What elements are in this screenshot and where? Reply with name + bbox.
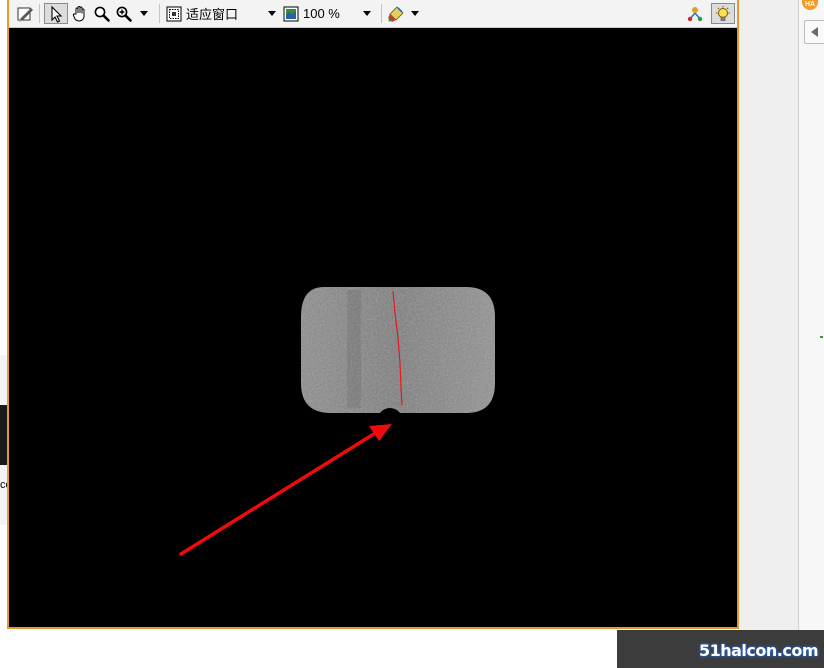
edit-button[interactable]	[15, 3, 35, 24]
zoom-percent-dropdown-button[interactable]	[360, 3, 374, 24]
pan-tool-button[interactable]	[69, 3, 91, 24]
watermark: 51halcon.com	[698, 641, 819, 660]
zoom-percent-select[interactable]: 100 %	[303, 3, 357, 24]
chevron-down-icon	[411, 11, 419, 16]
fit-window-icon	[166, 6, 182, 21]
hand-icon	[72, 5, 85, 22]
pointer-tool-button[interactable]	[44, 3, 68, 24]
chevron-down-icon	[363, 11, 371, 16]
right-panel	[738, 0, 798, 668]
lamp-icon	[716, 5, 730, 21]
fit-window-icon-button[interactable]	[164, 3, 184, 24]
arrow-left-icon	[811, 27, 818, 37]
toolbar-separator	[159, 4, 160, 23]
toolbar-separator	[39, 4, 40, 23]
toolbar-separator	[381, 4, 382, 23]
zoom-percent-label: 100 %	[303, 6, 340, 21]
chevron-down-icon	[268, 11, 276, 16]
graphics-window[interactable]: 适应窗口 100 %	[7, 0, 739, 629]
graphics-toolbar: 适应窗口 100 %	[9, 0, 737, 28]
zoom-in-button[interactable]	[114, 3, 134, 24]
lamp-button[interactable]	[711, 3, 735, 24]
plot-button[interactable]	[684, 3, 706, 24]
zoom-percent-icon	[283, 6, 299, 21]
sample-object	[301, 287, 495, 413]
pointer-icon	[51, 5, 63, 23]
status-dot	[820, 336, 823, 338]
fit-window-dropdown-button[interactable]	[265, 3, 279, 24]
paint-brush-icon	[388, 5, 404, 22]
fit-window-select[interactable]: 适应窗口	[186, 3, 248, 24]
zoom-dropdown-button[interactable]	[137, 3, 151, 24]
bottom-area	[9, 630, 609, 668]
plot-icon	[687, 6, 703, 21]
magnify-tool-button[interactable]	[92, 3, 112, 24]
right-sidebar: HA	[798, 0, 824, 668]
zoom-in-icon	[116, 6, 132, 22]
pencil-icon	[17, 7, 33, 22]
magnifier-icon	[94, 6, 110, 22]
image-canvas[interactable]	[9, 28, 737, 627]
halcon-badge: HA	[802, 0, 818, 10]
back-button[interactable]	[804, 20, 824, 44]
fit-window-label: 适应窗口	[186, 7, 239, 22]
image-display	[9, 28, 737, 627]
color-button[interactable]	[385, 3, 407, 24]
color-dropdown-button[interactable]	[408, 3, 422, 24]
chevron-down-icon	[140, 11, 148, 16]
zoom-percent-icon-button[interactable]	[281, 3, 301, 24]
